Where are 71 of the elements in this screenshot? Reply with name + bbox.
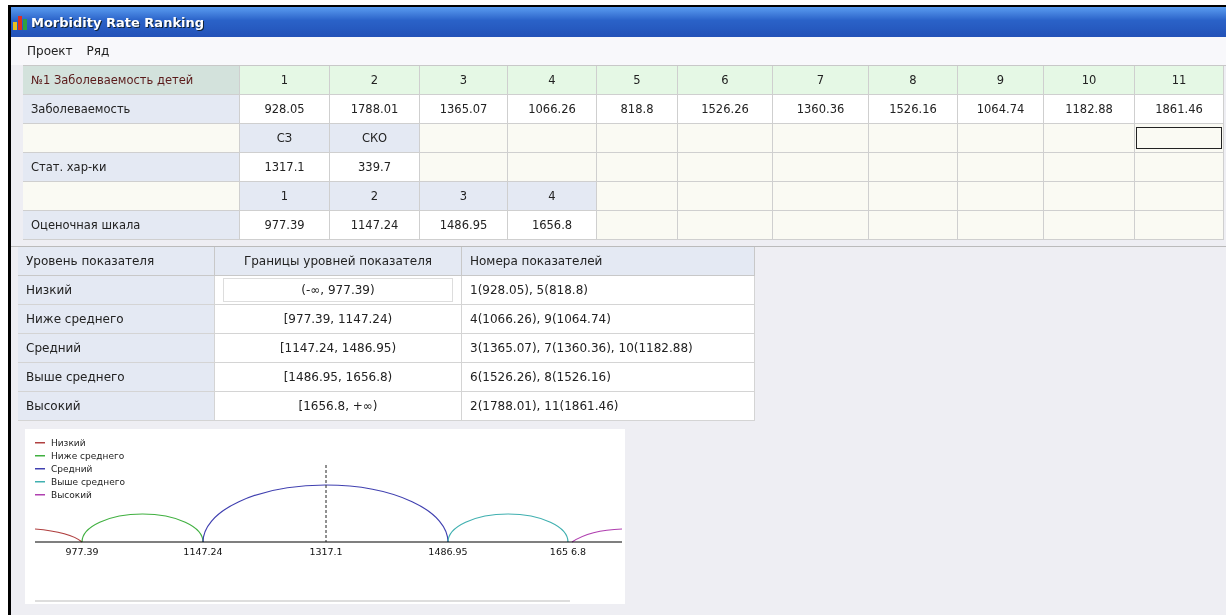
table-cell: 1182.88 xyxy=(1044,95,1135,124)
table-cell: 3(1365.07), 7(1360.36), 10(1182.88) xyxy=(462,334,755,363)
table-cell: 1066.26 xyxy=(508,95,597,124)
row-header: Выше среднего xyxy=(18,363,215,392)
table-cell: 1788.01 xyxy=(330,95,420,124)
table-cell: 1365.07 xyxy=(420,95,508,124)
column-header: СКО xyxy=(330,124,420,153)
table-cell: 928.05 xyxy=(240,95,330,124)
tick-label: 165 6.8 xyxy=(549,546,587,557)
tick-label: 1317.1 xyxy=(309,546,343,557)
table-cell: 1(928.05), 5(818.8) xyxy=(462,276,755,305)
row-header: Высокий xyxy=(18,392,215,421)
column-header: 9 xyxy=(958,66,1044,95)
table-cell: 1486.95 xyxy=(420,211,508,240)
column-header: 2 xyxy=(330,182,420,211)
table-cell: 1064.74 xyxy=(958,95,1044,124)
row-header: Ниже среднего xyxy=(18,305,215,334)
bar-chart-icon xyxy=(13,14,27,30)
table-cell: 1360.36 xyxy=(773,95,869,124)
column-header: 5 xyxy=(597,66,678,95)
row-header: Низкий xyxy=(18,276,215,305)
row-header: Средний xyxy=(18,334,215,363)
table-cell-focused: (-∞, 977.39) xyxy=(215,276,462,305)
column-header: 10 xyxy=(1044,66,1135,95)
table-cell: 6(1526.26), 8(1526.16) xyxy=(462,363,755,392)
legend-label: Высокий xyxy=(51,490,92,500)
table-cell: [1656.8, +∞) xyxy=(215,392,462,421)
table-cell: 339.7 xyxy=(330,153,420,182)
table-cell: [1147.24, 1486.95) xyxy=(215,334,462,363)
window-title: Morbidity Rate Ranking xyxy=(31,14,205,30)
column-header: Номера показателей xyxy=(462,247,755,276)
table-cell: 1317.1 xyxy=(240,153,330,182)
column-header: 4 xyxy=(508,182,597,211)
table-cell: 1656.8 xyxy=(508,211,597,240)
table-cell: 1861.46 xyxy=(1135,95,1224,124)
menu-item[interactable]: Проект xyxy=(27,44,73,58)
column-header: 1 xyxy=(240,66,330,95)
level-arc xyxy=(571,528,623,543)
legend-label: Ниже среднего xyxy=(51,451,125,461)
table-cell: 977.39 xyxy=(240,211,330,240)
table-cell: 1147.24 xyxy=(330,211,420,240)
column-header: 3 xyxy=(420,182,508,211)
row-header: Стат. хар-ки xyxy=(23,153,240,182)
table-cell: [977.39, 1147.24) xyxy=(215,305,462,334)
row-header: №1 Заболеваемость детей xyxy=(23,66,240,95)
column-header: 1 xyxy=(240,182,330,211)
legend-label: Выше среднего xyxy=(51,477,125,487)
column-header: СЗ xyxy=(240,124,330,153)
tick-label: 1147.24 xyxy=(183,546,223,557)
column-header: 7 xyxy=(773,66,869,95)
table-cell: 2(1788.01), 11(1861.46) xyxy=(462,392,755,421)
column-header: 4 xyxy=(508,66,597,95)
column-header: Границы уровней показателя xyxy=(215,247,462,276)
legend-label: Низкий xyxy=(51,438,86,448)
tick-label: 977.39 xyxy=(65,546,99,557)
legend-label: Средний xyxy=(51,464,93,474)
column-header: Уровень показателя xyxy=(18,247,215,276)
tick-label: 1486.95 xyxy=(428,546,468,557)
row-header: Оценочная шкала xyxy=(23,211,240,240)
column-header: 11 xyxy=(1135,66,1224,95)
column-header: 2 xyxy=(330,66,420,95)
table-cell: [1486.95, 1656.8) xyxy=(215,363,462,392)
table-cell: 1526.16 xyxy=(869,95,958,124)
row-header: Заболеваемость xyxy=(23,95,240,124)
column-header: 6 xyxy=(678,66,773,95)
menu-item[interactable]: Ряд xyxy=(86,44,110,58)
column-header: 3 xyxy=(420,66,508,95)
table-cell: 1526.26 xyxy=(678,95,773,124)
table-cell: 818.8 xyxy=(597,95,678,124)
column-header: 8 xyxy=(869,66,958,95)
table-cell: 4(1066.26), 9(1064.74) xyxy=(462,305,755,334)
